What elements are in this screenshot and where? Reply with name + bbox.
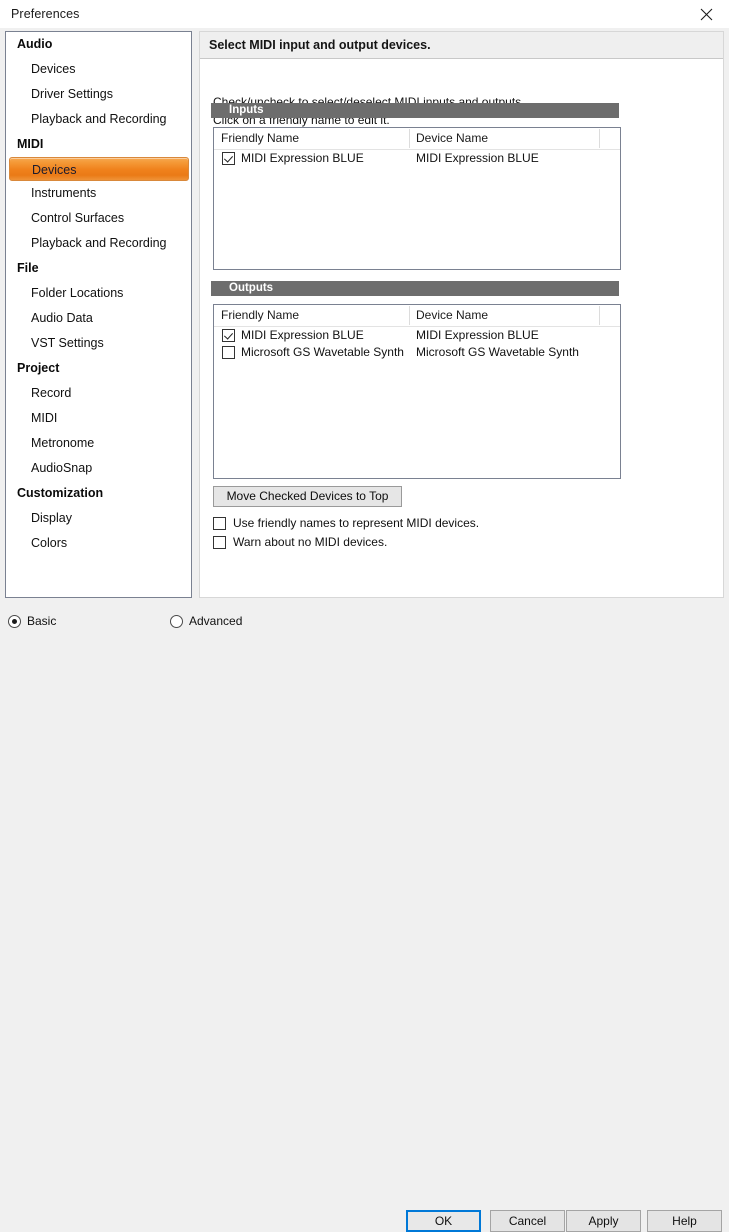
- advanced-radio-label: Advanced: [189, 614, 243, 628]
- sidebar-item-playback-and-recording[interactable]: Playback and Recording: [6, 231, 191, 256]
- inputs-list[interactable]: Friendly Name Device Name MIDI Expressio…: [213, 127, 621, 270]
- window-title: Preferences: [11, 7, 80, 21]
- mode-radio-basic[interactable]: Basic: [8, 614, 56, 628]
- close-icon: [700, 8, 713, 21]
- advanced-radio-button[interactable]: [170, 614, 183, 628]
- outputs-list-header: Friendly Name Device Name: [214, 305, 620, 327]
- outputs-section-header: Outputs: [211, 281, 619, 296]
- sidebar-item-control-surfaces[interactable]: Control Surfaces: [6, 206, 191, 231]
- sidebar-item-folder-locations[interactable]: Folder Locations: [6, 281, 191, 306]
- friendly-name-cell[interactable]: Microsoft GS Wavetable Synth: [222, 344, 404, 361]
- sidebar-group-audio: Audio: [17, 37, 53, 51]
- sidebar-item-colors[interactable]: Colors: [6, 531, 191, 556]
- device-enabled-checkbox[interactable]: [222, 329, 235, 342]
- cancel-button[interactable]: Cancel: [490, 1210, 565, 1232]
- basic-radio-button[interactable]: [8, 614, 21, 628]
- device-name-cell: MIDI Expression BLUE: [416, 328, 539, 342]
- title-bar: Preferences: [0, 0, 729, 28]
- sidebar-group-midi: MIDI: [17, 137, 44, 151]
- sidebar-item-instruments[interactable]: Instruments: [6, 181, 191, 206]
- sidebar-item-record[interactable]: Record: [6, 381, 191, 406]
- footer-bar: Basic Advanced OK Cancel Apply Help: [0, 600, 729, 1232]
- page-title: Select MIDI input and output devices.: [200, 32, 723, 59]
- basic-radio-label: Basic: [27, 614, 57, 628]
- outputs-list[interactable]: Friendly Name Device Name MIDI Expressio…: [213, 304, 621, 479]
- inputs-column-divider-2[interactable]: [599, 129, 600, 148]
- sidebar-item-vst-settings[interactable]: VST Settings: [6, 331, 191, 356]
- close-button[interactable]: [683, 0, 729, 28]
- inputs-section-header: Inputs: [211, 103, 619, 118]
- option-warn-no-midi-devices[interactable]: Warn about no MIDI devices.: [213, 535, 387, 549]
- use-friendly-names-checkbox[interactable]: [213, 516, 226, 530]
- sidebar-item-devices[interactable]: Devices: [6, 57, 191, 82]
- warn-no-midi-devices-label: Warn about no MIDI devices.: [233, 535, 388, 549]
- friendly-name-cell[interactable]: MIDI Expression BLUE: [222, 150, 364, 167]
- table-row[interactable]: MIDI Expression BLUE MIDI Expression BLUE: [214, 327, 620, 344]
- mode-radio-advanced[interactable]: Advanced: [170, 614, 242, 628]
- outputs-list-body: MIDI Expression BLUE MIDI Expression BLUE…: [214, 327, 620, 361]
- sidebar-item-devices[interactable]: Devices: [9, 157, 189, 181]
- device-enabled-checkbox[interactable]: [222, 152, 235, 165]
- sidebar-item-metronome[interactable]: Metronome: [6, 431, 191, 456]
- device-name-cell: MIDI Expression BLUE: [416, 151, 539, 165]
- inputs-list-body: MIDI Expression BLUE MIDI Expression BLUE: [214, 150, 620, 167]
- table-row[interactable]: MIDI Expression BLUE MIDI Expression BLUE: [214, 150, 620, 167]
- device-enabled-checkbox[interactable]: [222, 346, 235, 359]
- sidebar-item-display[interactable]: Display: [6, 506, 191, 531]
- friendly-name-label: MIDI Expression BLUE: [241, 151, 364, 165]
- inputs-column-divider-1[interactable]: [409, 129, 410, 148]
- apply-button[interactable]: Apply: [566, 1210, 641, 1232]
- move-checked-devices-to-top-button[interactable]: Move Checked Devices to Top: [213, 486, 402, 507]
- ok-button[interactable]: OK: [406, 1210, 481, 1232]
- friendly-name-label: Microsoft GS Wavetable Synth: [241, 345, 404, 359]
- warn-no-midi-devices-checkbox[interactable]: [213, 535, 226, 549]
- inputs-column-friendly-name: Friendly Name: [221, 131, 300, 145]
- sidebar-item-audiosnap[interactable]: AudioSnap: [6, 456, 191, 481]
- inputs-column-device-name: Device Name: [416, 131, 489, 145]
- device-name-cell: Microsoft GS Wavetable Synth: [416, 345, 579, 359]
- friendly-name-cell[interactable]: MIDI Expression BLUE: [222, 327, 364, 344]
- table-row[interactable]: Microsoft GS Wavetable Synth Microsoft GS…: [214, 344, 620, 361]
- sidebar-item-driver-settings[interactable]: Driver Settings: [6, 82, 191, 107]
- option-use-friendly-names[interactable]: Use friendly names to represent MIDI dev…: [213, 516, 479, 530]
- sidebar-item-playback-and-recording[interactable]: Playback and Recording: [6, 107, 191, 132]
- outputs-column-divider-2[interactable]: [599, 306, 600, 325]
- outputs-column-divider-1[interactable]: [409, 306, 410, 325]
- sidebar-group-file: File: [17, 261, 39, 275]
- sidebar-group-customization: Customization: [17, 486, 104, 500]
- outputs-column-friendly-name: Friendly Name: [221, 308, 300, 322]
- inputs-list-header: Friendly Name Device Name: [214, 128, 620, 150]
- outputs-column-device-name: Device Name: [416, 308, 489, 322]
- sidebar-item-audio-data[interactable]: Audio Data: [6, 306, 191, 331]
- use-friendly-names-label: Use friendly names to represent MIDI dev…: [233, 516, 480, 530]
- sidebar-item-midi[interactable]: MIDI: [6, 406, 191, 431]
- help-button[interactable]: Help: [647, 1210, 722, 1232]
- friendly-name-label: MIDI Expression BLUE: [241, 328, 364, 342]
- sidebar-group-project: Project: [17, 361, 60, 375]
- main-panel: Select MIDI input and output devices. Ch…: [199, 31, 724, 598]
- sidebar-nav: Audio Devices Driver Settings Playback and …: [5, 31, 192, 598]
